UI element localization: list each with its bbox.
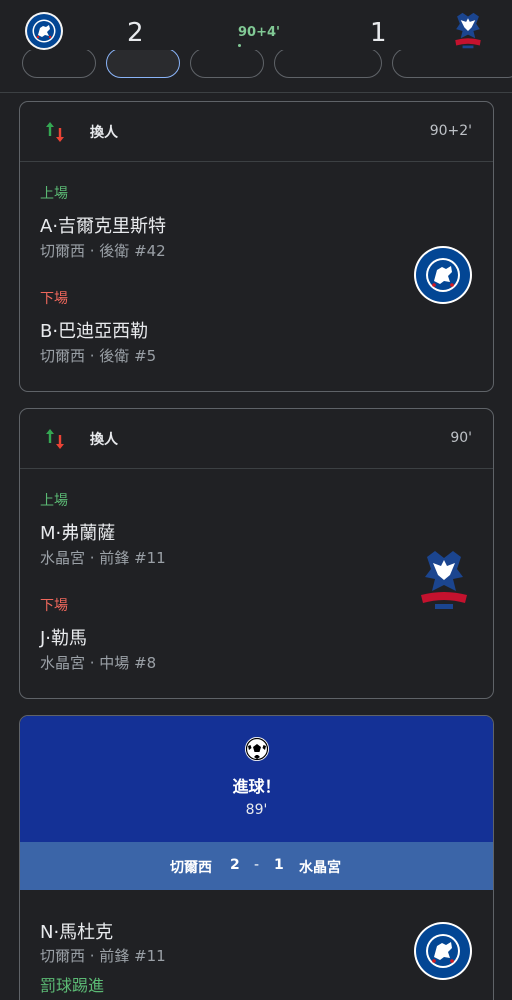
live-match-time: 90+4': [238, 25, 281, 40]
event-card-substitution-1[interactable]: 換人 90+2' 上場 A·吉爾克里斯特 切爾西 · 後衛 #42 下場 B·巴…: [19, 101, 494, 392]
goal-banner: 進球！ 89': [20, 716, 493, 842]
goal-method: 罰球踢進: [40, 976, 105, 995]
player-out-name[interactable]: B·巴迪亞西勒: [40, 317, 148, 343]
tab-2[interactable]: [106, 50, 180, 78]
goal-home-team: 切爾西: [170, 860, 212, 876]
goal-home-score: 2: [230, 857, 240, 873]
tabs-divider: [0, 92, 512, 93]
event-time: 90+2': [429, 123, 472, 139]
chelsea-crest-icon[interactable]: [24, 11, 64, 51]
in-label: 上場: [40, 493, 68, 509]
event-title: 換人: [90, 125, 118, 141]
player-out-meta: 水晶宮 · 中場 #8: [40, 654, 157, 672]
player-in-name[interactable]: M·弗蘭薩: [40, 519, 115, 545]
chelsea-crest-icon: [414, 246, 472, 304]
live-indicator: [238, 44, 241, 47]
crystal-palace-crest-icon[interactable]: [448, 11, 488, 51]
substitution-icon: [46, 122, 64, 142]
goal-score-separator: -: [254, 857, 260, 873]
goal-time: 89': [245, 802, 268, 818]
tab-1[interactable]: [22, 50, 96, 78]
out-label: 下場: [40, 598, 68, 614]
goal-away-team: 水晶宮: [299, 860, 341, 876]
in-label: 上場: [40, 186, 68, 202]
substitution-icon: [46, 429, 64, 449]
event-time: 90': [450, 430, 472, 446]
player-in-name[interactable]: A·吉爾克里斯特: [40, 212, 166, 238]
soccer-ball-icon: [245, 737, 269, 761]
card-header: 換人 90+2': [20, 102, 493, 162]
goal-away-score: 1: [274, 857, 284, 873]
tab-5[interactable]: [392, 50, 512, 78]
section-tabs: [0, 50, 512, 94]
goal-title: 進球！: [232, 777, 281, 796]
tab-3[interactable]: [190, 50, 264, 78]
card-header: 換人 90': [20, 409, 493, 469]
event-card-goal[interactable]: 進球！ 89' 切爾西 2 - 1 水晶宮 N·馬杜克 切爾西 · 前鋒 #11…: [19, 715, 494, 1000]
player-out-name[interactable]: J·勒馬: [40, 624, 87, 650]
player-out-meta: 切爾西 · 後衛 #5: [40, 347, 157, 365]
scorer-name[interactable]: N·馬杜克: [40, 918, 113, 944]
event-card-substitution-2[interactable]: 換人 90' 上場 M·弗蘭薩 水晶宮 · 前鋒 #11 下場 J·勒馬 水晶宮…: [19, 408, 494, 699]
player-in-meta: 切爾西 · 後衛 #42: [40, 242, 166, 260]
out-label: 下場: [40, 291, 68, 307]
goal-score-bar: 切爾西 2 - 1 水晶宮: [20, 842, 493, 890]
away-score: 1: [370, 18, 387, 48]
crystal-palace-crest-icon: [421, 551, 467, 609]
scorer-meta: 切爾西 · 前鋒 #11: [40, 947, 166, 965]
event-title: 換人: [90, 432, 118, 448]
player-in-meta: 水晶宮 · 前鋒 #11: [40, 549, 166, 567]
home-score: 2: [127, 18, 144, 48]
chelsea-crest-icon: [414, 922, 472, 980]
tab-4[interactable]: [274, 50, 382, 78]
